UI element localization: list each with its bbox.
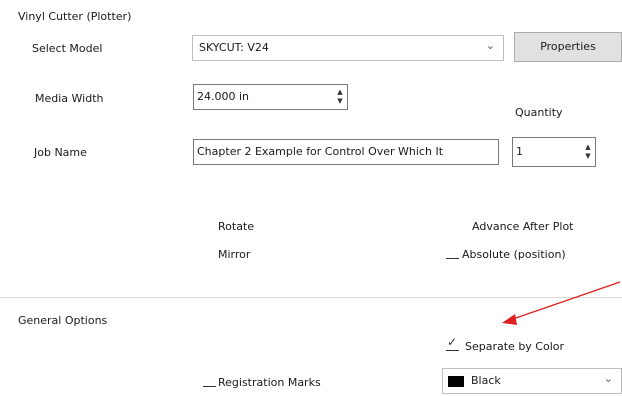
annotation-arrow-icon xyxy=(502,281,621,325)
